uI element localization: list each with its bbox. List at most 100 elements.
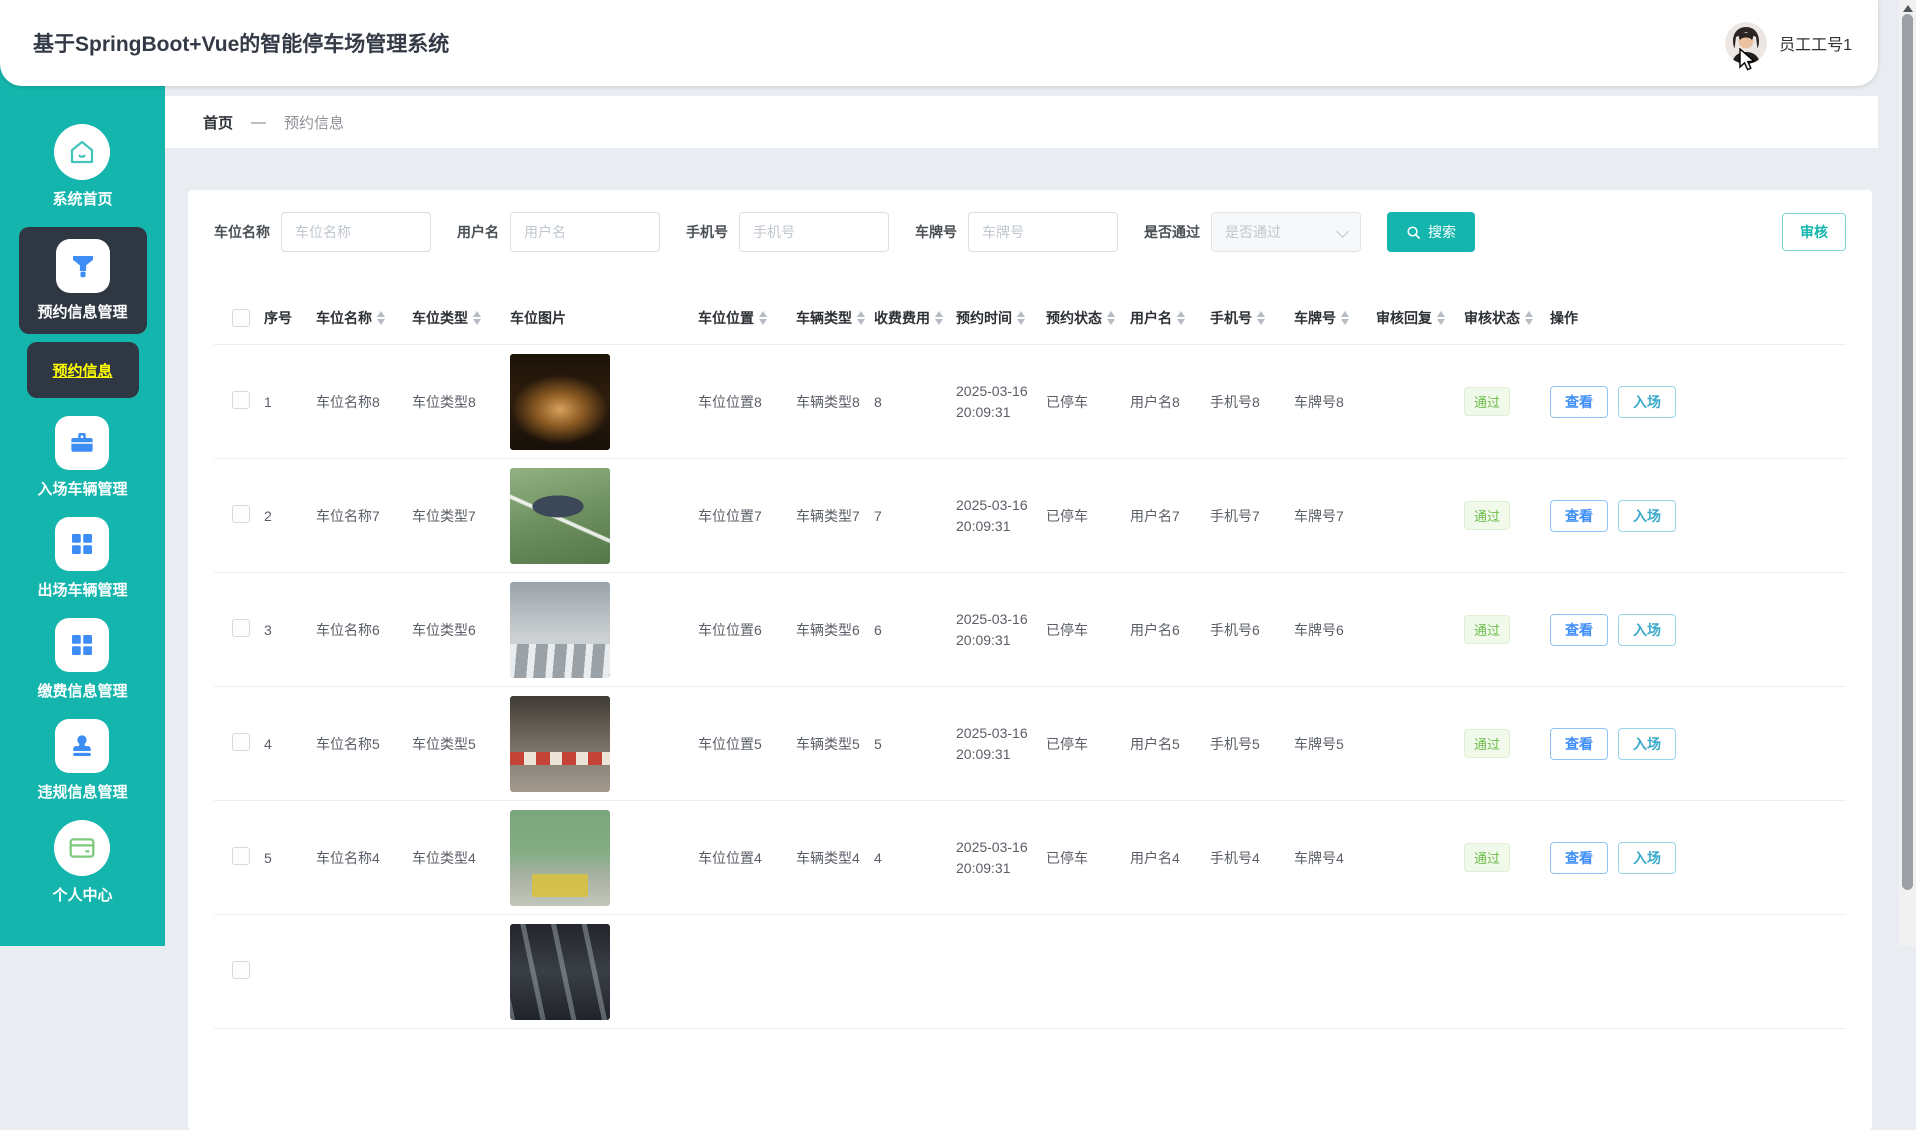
column-label: 收费费用 [874,310,930,326]
filter-group-user: 用户名 [457,212,660,252]
column-label: 审核回复 [1376,310,1432,326]
sort-caret-icon[interactable] [1177,311,1185,325]
reservation-date: 2025-03-16 [956,496,1028,513]
cell-no: 3 [264,621,272,638]
enter-button[interactable]: 入场 [1618,385,1676,418]
sidebar-item-entry-vehicle-management[interactable]: 入场车辆管理 [37,416,128,499]
view-button[interactable]: 查看 [1550,613,1608,646]
avatar[interactable] [1725,22,1768,64]
scroll-up-arrow-icon[interactable] [1902,5,1913,12]
cell-location: 车位位置7 [698,507,762,524]
enter-button[interactable]: 入场 [1618,841,1676,874]
search-button[interactable]: 搜索 [1387,212,1475,252]
column-label: 车位类型 [412,310,468,326]
column-label: 车位图片 [510,310,566,326]
cell-location: 车位位置8 [698,393,762,410]
header-cell-audit[interactable]: 审核状态 [1458,308,1544,328]
row-checkbox[interactable] [232,619,250,637]
filter-group-pass: 是否通过 是否通过 [1144,212,1361,252]
cell-time: 2025-03-16 20:09:31 [950,609,1040,651]
filter-input-space_name[interactable] [281,212,431,252]
sidebar-item-personal-center[interactable]: 个人中心 [52,820,113,905]
header-cell-vehicle_type[interactable]: 车辆类型 [790,308,868,328]
sort-caret-icon[interactable] [473,311,481,325]
sidebar-item-exit-vehicle-management[interactable]: 出场车辆管理 [37,517,128,600]
parking-photo-street-parking[interactable] [510,581,610,678]
sort-caret-icon[interactable] [1437,311,1445,325]
reservation-date: 2025-03-16 [956,382,1028,399]
scrollbar-thumb[interactable] [1902,14,1913,890]
parking-photo-green-floor-garage[interactable] [510,467,610,564]
row-checkbox[interactable] [232,733,250,751]
user-menu[interactable]: 员工工号1 [1725,0,1852,86]
column-label: 车辆类型 [796,310,852,326]
cell-vehicle_type: 车辆类型4 [796,849,860,866]
sort-caret-icon[interactable] [1017,311,1025,325]
sort-caret-icon[interactable] [1525,311,1533,325]
enter-button[interactable]: 入场 [1618,499,1676,532]
parking-photo-garage-red-barrier[interactable] [510,695,610,792]
cell-actions: 查看 入场 [1544,499,1834,532]
header-cell-plate[interactable]: 车牌号 [1288,308,1370,328]
filter-input-user[interactable] [510,212,660,252]
breadcrumb-home[interactable]: 首页 [203,112,233,133]
header-cell-space_type[interactable]: 车位类型 [406,308,504,328]
row-checkbox[interactable] [232,847,250,865]
row-checkbox[interactable] [232,505,250,523]
cell-location: 车位位置4 [698,849,762,866]
row-checkbox[interactable] [232,391,250,409]
row-checkbox[interactable] [232,961,250,979]
cell-actions: 查看 入场 [1544,613,1834,646]
view-button[interactable]: 查看 [1550,385,1608,418]
filter-input-plate[interactable] [968,212,1118,252]
header-cell-phone[interactable]: 手机号 [1204,308,1288,328]
view-button[interactable]: 查看 [1550,841,1608,874]
sort-caret-icon[interactable] [377,311,385,325]
enter-button[interactable]: 入场 [1618,613,1676,646]
enter-button[interactable]: 入场 [1618,727,1676,760]
sidebar-item-violation-management[interactable]: 违规信息管理 [37,719,128,802]
header-cell-fee[interactable]: 收费费用 [868,308,950,328]
sidebar-item-home[interactable]: 系统首页 [52,124,113,209]
cell-space_type: 车位类型8 [412,393,476,410]
reservation-date: 2025-03-16 [956,724,1028,741]
parking-photo-garage-ceiling[interactable] [510,923,610,1020]
header-cell-space_name[interactable]: 车位名称 [310,308,406,328]
sidebar: 系统首页预约信息管理预约信息入场车辆管理 出场车辆管理 缴费信息管理 违规信息管理 个人… [0,0,165,946]
cell-audit: 通过 [1458,843,1544,872]
sort-caret-icon[interactable] [1107,311,1115,325]
header-cell-location[interactable]: 车位位置 [692,308,790,328]
scrollbar[interactable] [1899,0,1916,946]
header-cell-user[interactable]: 用户名 [1124,308,1204,328]
sidebar-item-payment-management[interactable]: 缴费信息管理 [37,618,128,701]
sort-caret-icon[interactable] [857,311,865,325]
status-tag-pass: 通过 [1464,615,1511,644]
select-all-checkbox[interactable] [232,309,250,327]
column-label: 车位名称 [316,310,372,326]
header-cell-time[interactable]: 预约时间 [950,308,1040,328]
cell-plate: 车牌号4 [1294,849,1344,866]
user-name: 员工工号1 [1779,37,1852,54]
cell-status: 已停车 [1046,849,1088,866]
select-placeholder: 是否通过 [1225,224,1281,240]
header-cell-reply[interactable]: 审核回复 [1370,308,1458,328]
sort-caret-icon[interactable] [759,311,767,325]
audit-button[interactable]: 审核 [1782,213,1846,251]
sort-caret-icon[interactable] [935,311,943,325]
filter-select-pass[interactable]: 是否通过 [1211,212,1361,252]
sidebar-subitem-reservation-info[interactable]: 预约信息 [26,342,139,398]
view-button[interactable]: 查看 [1550,499,1608,532]
column-label: 用户名 [1130,310,1172,326]
parking-photo-underground-garage-aisle[interactable] [510,353,610,450]
column-label: 序号 [264,310,292,326]
cell-phone: 手机号5 [1210,735,1260,752]
sort-caret-icon[interactable] [1257,311,1265,325]
header-cell-status[interactable]: 预约状态 [1040,308,1124,328]
view-button[interactable]: 查看 [1550,727,1608,760]
filter-input-phone[interactable] [739,212,889,252]
cell-space_type: 车位类型7 [412,507,476,524]
column-label: 审核状态 [1464,310,1520,326]
sort-caret-icon[interactable] [1341,311,1349,325]
sidebar-item-reservation-management[interactable]: 预约信息管理 [18,227,147,334]
parking-photo-green-wall-garage[interactable] [510,809,610,906]
